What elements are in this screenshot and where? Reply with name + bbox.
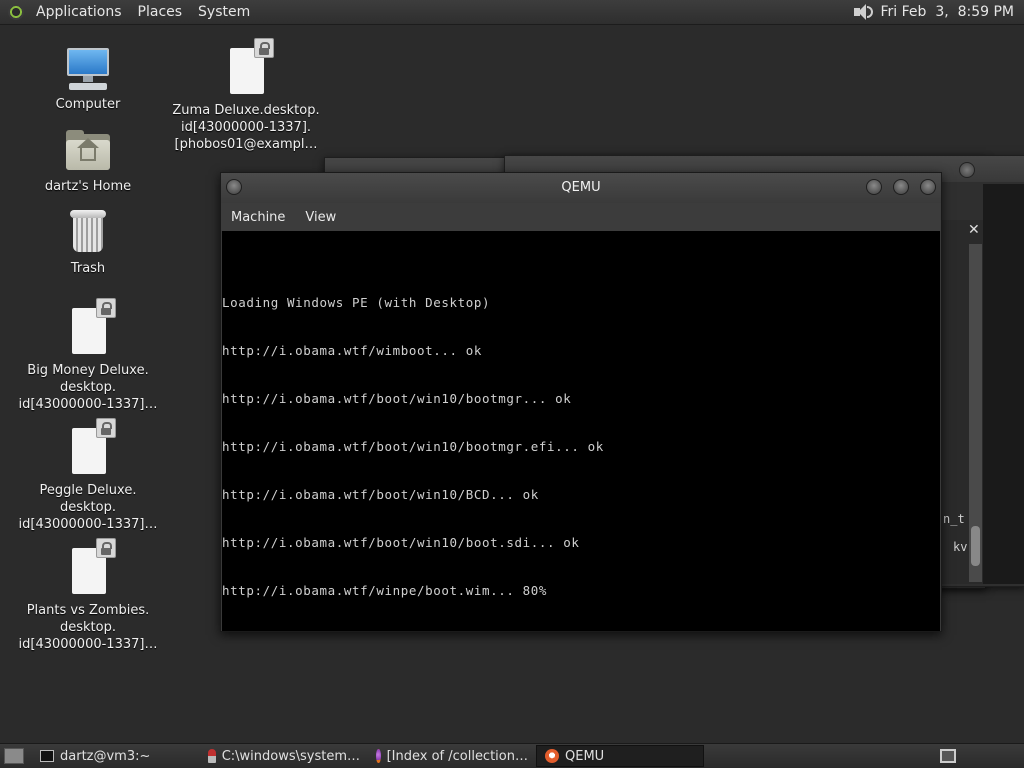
desktop-icon-label: Big Money Deluxe. desktop. id[43000000-1… — [18, 363, 158, 412]
clock[interactable]: Fri Feb 3, 8:59 PM — [881, 4, 1015, 20]
trash-icon — [70, 210, 106, 254]
file-icon — [66, 418, 116, 476]
top-panel: Applications Places System Fri Feb 3, 8:… — [0, 0, 1024, 25]
desktop-icon-trash[interactable]: Trash — [40, 210, 136, 277]
places-menu[interactable]: Places — [130, 4, 191, 20]
desktop-icon-label: Trash — [70, 261, 106, 276]
file-icon — [224, 38, 274, 96]
partial-text-line: n_t — [943, 512, 965, 526]
partial-text-line: kv — [953, 540, 968, 554]
task-qemu[interactable]: QEMU — [536, 745, 704, 767]
desktop-icon-label: Computer — [55, 97, 121, 112]
desktop-icon-computer[interactable]: Computer — [40, 46, 136, 113]
task-label: QEMU — [565, 748, 605, 764]
system-menu[interactable]: System — [190, 4, 258, 20]
panel-tray: Fri Feb 3, 8:59 PM — [853, 3, 1024, 21]
firefox-icon — [376, 749, 381, 763]
view-menu[interactable]: View — [295, 210, 346, 225]
file-icon — [66, 298, 116, 356]
desktop-icon-label: Peggle Deluxe. desktop. id[43000000-1337… — [18, 483, 158, 532]
vm-console-output: Loading Windows PE (with Desktop) http:/… — [222, 263, 604, 631]
close-button[interactable] — [959, 162, 975, 178]
lock-icon — [254, 38, 274, 58]
terminal-content[interactable] — [983, 184, 1024, 584]
task-firefox[interactable]: [Index of /collection… — [368, 745, 536, 767]
qemu-titlebar[interactable]: QEMU — [221, 173, 941, 203]
qemu-window-title: QEMU — [561, 180, 601, 195]
close-button[interactable] — [920, 179, 936, 195]
scrollbar-thumb[interactable] — [971, 526, 980, 566]
task-label: C:\windows\system… — [221, 748, 360, 764]
console-line: http://i.obama.wtf/wimboot... ok — [222, 343, 483, 358]
desktop-icon-plants-vs-zombies[interactable]: Plants vs Zombies. desktop. id[43000000-… — [10, 538, 166, 653]
task-label: dartz@vm3:~ — [60, 748, 151, 764]
lock-icon — [96, 418, 116, 438]
task-terminal[interactable]: dartz@vm3:~ — [32, 745, 200, 767]
show-desktop-button[interactable] — [4, 748, 24, 764]
console-line: http://i.obama.wtf/boot/win10/bootmgr...… — [222, 391, 572, 406]
console-line: http://i.obama.wtf/winpe/boot.wim... 80% — [222, 583, 548, 598]
top-menu: Applications Places System — [28, 0, 258, 25]
applications-menu[interactable]: Applications — [28, 4, 130, 20]
qemu-window[interactable]: QEMU Machine View Loading Windows PE (wi… — [220, 172, 942, 632]
computer-icon — [65, 46, 111, 92]
terminal-icon — [40, 750, 54, 762]
desktop-icon-label: Plants vs Zombies. desktop. id[43000000-… — [18, 603, 158, 652]
distro-logo-icon[interactable] — [8, 4, 24, 20]
qemu-vm-display[interactable]: Loading Windows PE (with Desktop) http:/… — [222, 231, 940, 631]
desktop-icon-zuma[interactable]: Zuma Deluxe.desktop. id[43000000-1337]. … — [168, 38, 324, 153]
minimize-button[interactable] — [866, 179, 882, 195]
bottom-taskbar: dartz@vm3:~ C:\windows\system… [Index of… — [0, 743, 1024, 768]
console-line: Loading Windows PE (with Desktop) — [222, 295, 491, 310]
console-line: http://i.obama.wtf/boot/win10/bootmgr.ef… — [222, 439, 604, 454]
lock-icon — [96, 538, 116, 558]
desktop-icon-big-money[interactable]: Big Money Deluxe. desktop. id[43000000-1… — [10, 298, 166, 413]
machine-menu[interactable]: Machine — [221, 210, 295, 225]
close-icon[interactable]: ✕ — [968, 222, 980, 238]
desktop-icon-label: dartz's Home — [44, 179, 132, 194]
scrollbar[interactable] — [969, 244, 982, 582]
volume-icon[interactable] — [853, 3, 873, 21]
desktop-icon-home[interactable]: dartz's Home — [36, 130, 140, 195]
maximize-button[interactable] — [893, 179, 909, 195]
console-line: http://i.obama.wtf/boot/win10/boot.sdi..… — [222, 535, 580, 550]
wine-icon — [208, 749, 216, 763]
lock-icon — [96, 298, 116, 318]
task-wine-window[interactable]: C:\windows\system… — [200, 745, 368, 767]
qemu-icon — [545, 749, 559, 763]
home-folder-icon — [66, 130, 110, 170]
qemu-menubar: Machine View — [221, 203, 941, 231]
console-line: http://i.obama.wtf/boot/win10/BCD... ok — [222, 487, 539, 502]
desktop-icon-label: Zuma Deluxe.desktop. id[43000000-1337]. … — [172, 103, 320, 152]
file-icon — [66, 538, 116, 596]
task-label: [Index of /collection… — [386, 748, 528, 764]
desktop-icon-peggle[interactable]: Peggle Deluxe. desktop. id[43000000-1337… — [10, 418, 166, 533]
background-panel: ✕ n_t kv — [940, 220, 983, 584]
workspace-switcher[interactable] — [940, 749, 956, 763]
